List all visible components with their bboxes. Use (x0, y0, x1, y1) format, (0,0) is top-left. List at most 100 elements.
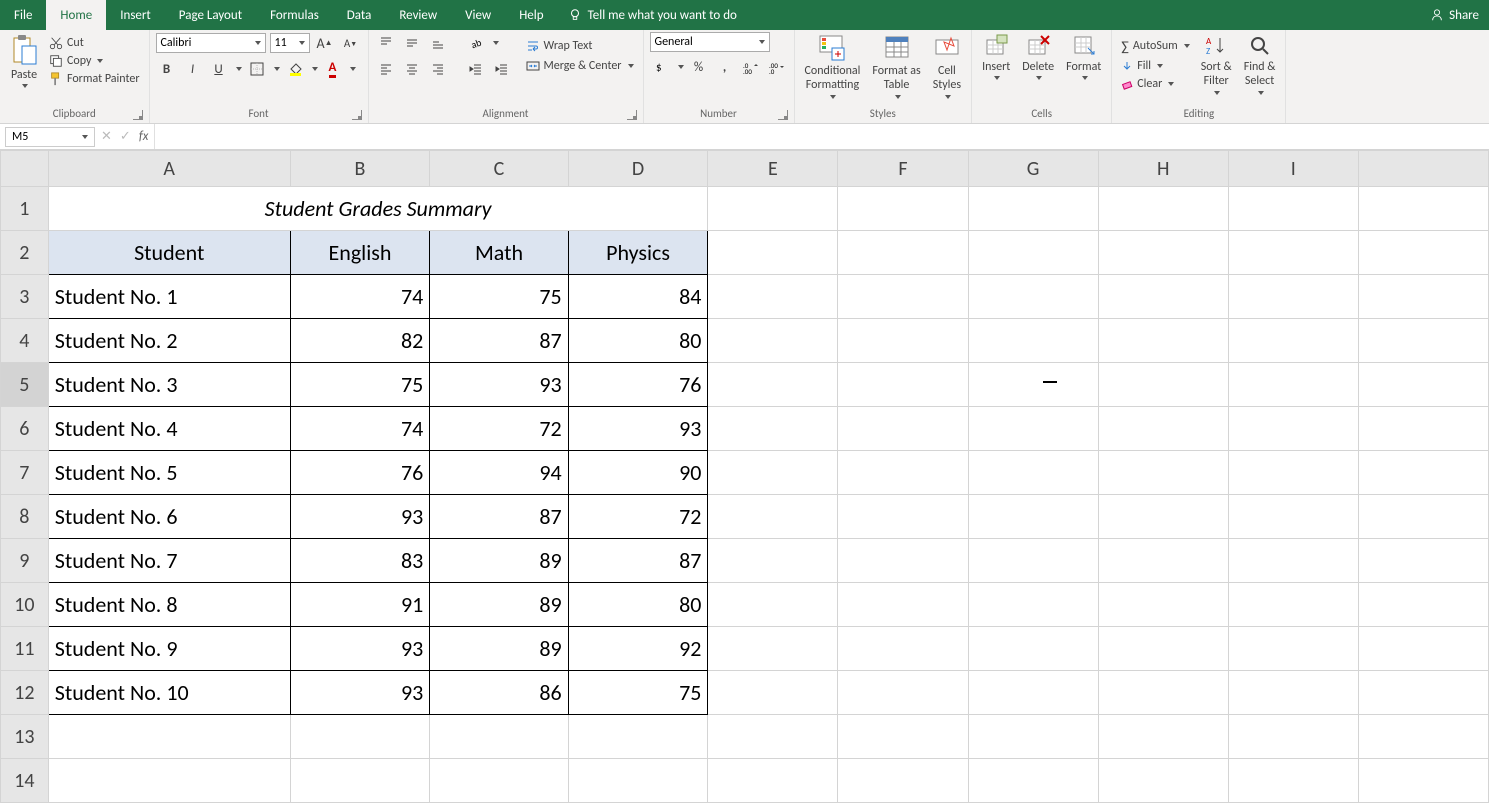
cell[interactable]: 74 (290, 407, 430, 451)
copy-button[interactable]: Copy (46, 53, 143, 69)
cell[interactable] (1228, 583, 1358, 627)
select-all-corner[interactable] (1, 151, 49, 187)
col-header-B[interactable]: B (290, 151, 430, 187)
cell[interactable] (1098, 715, 1228, 759)
font-size-combo[interactable]: 11 (270, 33, 310, 53)
cell[interactable]: 83 (290, 539, 430, 583)
row-header-10[interactable]: 10 (1, 583, 49, 627)
cell[interactable]: 93 (290, 627, 430, 671)
cell[interactable] (708, 583, 838, 627)
cell[interactable] (1358, 759, 1488, 803)
fill-button[interactable]: Fill (1118, 58, 1192, 74)
cell[interactable]: 94 (430, 451, 568, 495)
col-header-G[interactable]: G (968, 151, 1098, 187)
borders-button[interactable] (246, 58, 268, 80)
cell[interactable] (1098, 583, 1228, 627)
cell[interactable]: Student No. 5 (48, 451, 290, 495)
cell[interactable] (1098, 627, 1228, 671)
align-center-button[interactable] (401, 58, 423, 80)
cell[interactable]: 93 (430, 363, 568, 407)
cell[interactable] (1358, 627, 1488, 671)
row-header-14[interactable]: 14 (1, 759, 49, 803)
dialog-launcher-icon[interactable] (627, 110, 637, 120)
cell[interactable] (1098, 539, 1228, 583)
cell[interactable] (968, 583, 1098, 627)
cell[interactable] (838, 187, 968, 231)
chevron-down-icon[interactable] (678, 65, 684, 69)
cell[interactable]: 75 (290, 363, 430, 407)
cell[interactable] (1358, 671, 1488, 715)
formula-input[interactable] (154, 124, 1489, 149)
tab-formulas[interactable]: Formulas (256, 0, 333, 30)
cell[interactable] (1098, 451, 1228, 495)
cell[interactable]: 93 (290, 671, 430, 715)
cell[interactable] (1098, 671, 1228, 715)
align-left-button[interactable] (375, 58, 397, 80)
accounting-button[interactable]: $ (650, 56, 672, 78)
cell[interactable]: Student No. 9 (48, 627, 290, 671)
increase-font-button[interactable]: A▲ (314, 32, 336, 54)
cell[interactable] (290, 759, 430, 803)
cell[interactable] (1228, 363, 1358, 407)
tab-review[interactable]: Review (385, 0, 451, 30)
cell[interactable] (1358, 319, 1488, 363)
cell[interactable] (968, 495, 1098, 539)
dialog-launcher-icon[interactable] (778, 110, 788, 120)
clear-button[interactable]: Clear (1118, 76, 1192, 92)
cell[interactable] (838, 495, 968, 539)
bold-button[interactable]: B (156, 58, 178, 80)
cell[interactable] (1228, 275, 1358, 319)
cell[interactable] (1228, 231, 1358, 275)
cell[interactable]: 87 (430, 319, 568, 363)
cell[interactable] (838, 715, 968, 759)
underline-button[interactable]: U (208, 58, 230, 80)
number-format-combo[interactable]: General (650, 32, 770, 52)
cell[interactable]: 76 (290, 451, 430, 495)
cancel-formula-button[interactable]: ✕ (101, 129, 112, 144)
comma-button[interactable]: , (714, 56, 736, 78)
cell[interactable] (568, 759, 708, 803)
cell[interactable] (708, 363, 838, 407)
chevron-down-icon[interactable] (350, 67, 356, 71)
chevron-down-icon[interactable] (236, 67, 242, 71)
cell[interactable] (1358, 583, 1488, 627)
cell[interactable] (708, 627, 838, 671)
cell[interactable] (1098, 759, 1228, 803)
increase-indent-button[interactable] (491, 58, 513, 80)
row-header-11[interactable]: 11 (1, 627, 49, 671)
cell[interactable] (1228, 627, 1358, 671)
cell[interactable]: 72 (568, 495, 708, 539)
cell[interactable] (968, 187, 1098, 231)
cell[interactable] (708, 187, 838, 231)
col-header-F[interactable]: F (838, 151, 968, 187)
cell[interactable] (1358, 495, 1488, 539)
enter-formula-button[interactable]: ✓ (120, 129, 131, 144)
cell[interactable] (708, 495, 838, 539)
align-bottom-button[interactable] (427, 32, 449, 54)
cell[interactable] (1358, 275, 1488, 319)
cell-header[interactable]: Physics (568, 231, 708, 275)
cell[interactable]: 89 (430, 539, 568, 583)
cell[interactable] (290, 715, 430, 759)
col-header-H[interactable]: H (1098, 151, 1228, 187)
cell[interactable] (968, 627, 1098, 671)
cell[interactable]: 76 (568, 363, 708, 407)
cell[interactable] (1228, 451, 1358, 495)
cell[interactable]: Student No. 6 (48, 495, 290, 539)
fx-button[interactable]: fx (139, 129, 149, 144)
cell[interactable] (1098, 275, 1228, 319)
conditional-formatting-button[interactable]: Conditional Formatting (801, 32, 865, 101)
row-header-13[interactable]: 13 (1, 715, 49, 759)
cell[interactable]: 86 (430, 671, 568, 715)
cell[interactable] (1228, 715, 1358, 759)
cell[interactable] (1228, 187, 1358, 231)
cell[interactable] (1098, 495, 1228, 539)
increase-decimal-button[interactable]: .0.00 (740, 56, 762, 78)
cell[interactable] (1358, 407, 1488, 451)
autosum-button[interactable]: ∑AutoSum (1118, 37, 1192, 56)
col-header-D[interactable]: D (568, 151, 708, 187)
cell[interactable]: Student No. 4 (48, 407, 290, 451)
cell[interactable]: Student No. 10 (48, 671, 290, 715)
cell[interactable]: 89 (430, 627, 568, 671)
cell[interactable]: 87 (430, 495, 568, 539)
